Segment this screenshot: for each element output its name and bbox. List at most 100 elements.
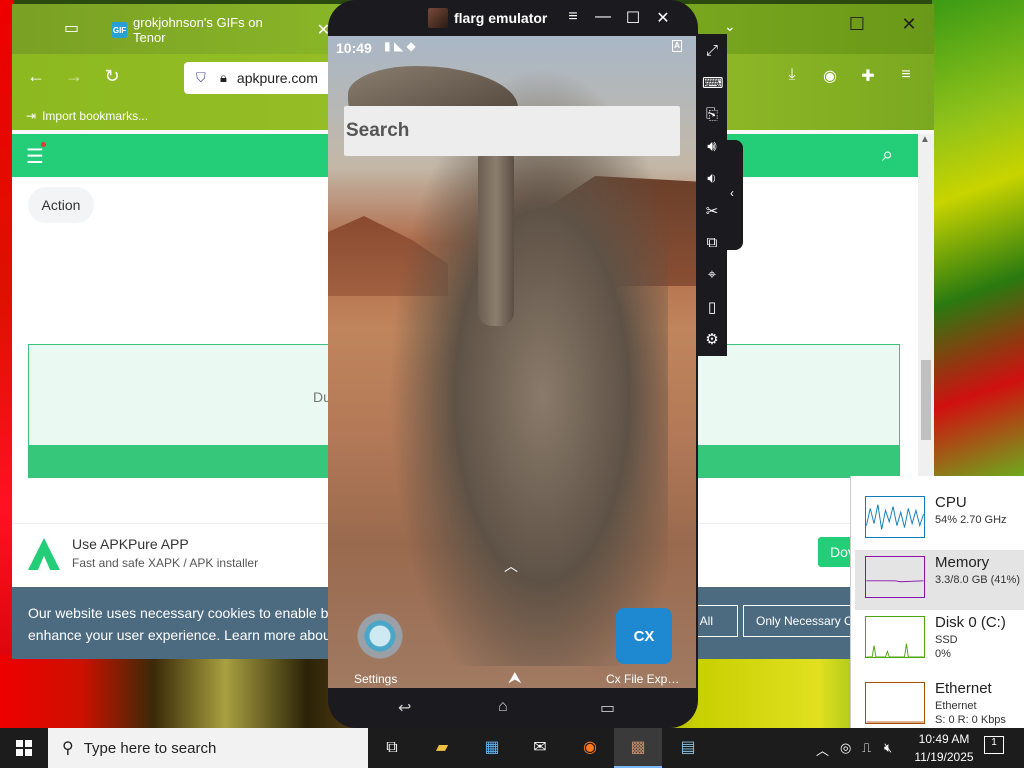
scroll-thumb[interactable] bbox=[921, 360, 931, 440]
back-icon[interactable]: ← bbox=[24, 66, 48, 87]
tray-chevron-icon[interactable]: ︿ bbox=[816, 740, 829, 759]
start-button[interactable] bbox=[0, 728, 48, 768]
notification-center-icon[interactable]: 1 bbox=[984, 736, 1004, 754]
tm-memory[interactable]: Memory 3.3/8.0 GB (41%) bbox=[855, 550, 1024, 610]
tray-app-icon[interactable]: ◎ bbox=[840, 740, 851, 756]
hamburger-menu-icon[interactable]: ☰ bbox=[26, 144, 44, 169]
wallpaper-creature-neck bbox=[478, 146, 514, 326]
reload-icon[interactable]: ↻ bbox=[100, 66, 124, 87]
fullscreen-icon[interactable]: ⤢ bbox=[702, 42, 722, 64]
category-chip[interactable]: Action bbox=[28, 187, 94, 223]
task-manager-panel: CPU 54% 2.70 GHz Memory 3.3/8.0 GB (41%)… bbox=[850, 476, 1024, 728]
android-clock: 10:49 bbox=[336, 40, 372, 56]
apkpure-logo-icon bbox=[28, 538, 60, 570]
taskbar-search[interactable]: ⚲ Type here to search bbox=[48, 728, 368, 768]
memory-label: Memory bbox=[935, 554, 990, 571]
firefox-icon[interactable]: ◉ bbox=[574, 734, 606, 762]
store-icon[interactable]: ▦ bbox=[476, 734, 508, 762]
emulator-minimize-icon[interactable]: — bbox=[592, 8, 614, 26]
emulator-taskbar-icon: ▩ bbox=[630, 739, 646, 756]
memory-detail: 3.3/8.0 GB (41%) bbox=[935, 574, 1020, 586]
settings-app-icon[interactable] bbox=[352, 608, 408, 664]
nav-home-icon[interactable]: ⌂ bbox=[498, 698, 508, 716]
settings-gear-icon[interactable]: ⚙ bbox=[702, 330, 722, 352]
screenshot-icon[interactable]: ✂ bbox=[702, 202, 722, 224]
import-bookmarks-link[interactable]: Import bookmarks... bbox=[42, 109, 148, 123]
status-icons: ▮ ◣ ◆ bbox=[384, 39, 416, 53]
volume-down-icon[interactable]: 🔉︎ bbox=[702, 170, 722, 192]
taskbar-search-placeholder: Type here to search bbox=[83, 739, 217, 757]
downloads-icon[interactable]: ⤓ bbox=[780, 66, 804, 84]
cpu-detail: 54% 2.70 GHz bbox=[935, 514, 1007, 526]
tab-title: grokjohnson's GIFs on Tenor bbox=[133, 15, 263, 45]
multi-instance-icon[interactable]: ⧉ bbox=[702, 234, 722, 256]
android-search-bar[interactable]: Search bbox=[344, 106, 680, 156]
task-view-icon[interactable]: ⧉ bbox=[376, 734, 408, 762]
cx-file-explorer-label: Cx File Exp… bbox=[606, 672, 680, 686]
url-bar[interactable]: ⛉ 🔒︎ apkpure.com bbox=[184, 62, 344, 94]
android-nav-bar: ↩ ⌂ ▭ bbox=[328, 688, 696, 728]
tenor-favicon-icon: GIF bbox=[112, 22, 128, 38]
ethernet-throughput: S: 0 R: 0 Kbps bbox=[935, 714, 1006, 726]
keyboard-icon[interactable]: ⌨ bbox=[702, 74, 724, 96]
android-screen[interactable]: 10:49 ▮ ◣ ◆ A Search ︿ Settings CX Cx Fi… bbox=[328, 36, 696, 688]
wallpaper-right bbox=[932, 0, 1024, 480]
emulator-title: flarg emulator bbox=[454, 10, 548, 26]
shield-icon[interactable]: ⛉ bbox=[196, 70, 212, 86]
tm-cpu[interactable]: CPU 54% 2.70 GHz bbox=[855, 490, 1024, 550]
android-status-bar: 10:49 ▮ ◣ ◆ A bbox=[328, 36, 696, 60]
import-icon: ⇥ bbox=[26, 109, 37, 123]
lock-icon[interactable]: 🔒︎ bbox=[220, 70, 227, 86]
network-icon[interactable]: ⎍ bbox=[862, 740, 871, 756]
extensions-icon[interactable]: ✚ bbox=[856, 66, 880, 86]
mouse-cursor-icon: ⮝ bbox=[508, 670, 522, 687]
clock-time: 10:49 AM bbox=[918, 732, 970, 746]
chevron-left-icon: ‹ bbox=[730, 186, 734, 200]
forward-icon[interactable]: → bbox=[62, 66, 86, 87]
emulator-window: flarg emulator ≡ — ☐ ✕ 10:49 ▮ ◣ ◆ A Sea… bbox=[328, 0, 698, 728]
ethernet-adapter: Ethernet bbox=[935, 700, 977, 712]
disk-usage: 0% bbox=[935, 648, 951, 660]
browser-tab[interactable]: GIF grokjohnson's GIFs on Tenor ✕ bbox=[100, 10, 330, 50]
tab-overview-icon[interactable]: ▭ bbox=[64, 18, 86, 40]
shake-icon[interactable]: ▯ bbox=[702, 298, 722, 320]
nav-back-icon[interactable]: ↩ bbox=[398, 698, 411, 718]
apk-install-icon[interactable]: ⎘ bbox=[702, 106, 722, 128]
emulator-titlebar: flarg emulator ≡ — ☐ ✕ bbox=[328, 0, 698, 36]
ethernet-label: Ethernet bbox=[935, 680, 992, 697]
disk-type: SSD bbox=[935, 634, 958, 646]
maximize-icon[interactable]: ☐ bbox=[842, 14, 872, 35]
account-icon[interactable]: ◉ bbox=[818, 66, 842, 86]
app-banner-title: Use APKPure APP bbox=[72, 536, 189, 552]
emulator-close-icon[interactable]: ✕ bbox=[652, 8, 674, 28]
search-icon: ⚲ bbox=[62, 740, 74, 757]
volume-muted-icon[interactable]: 🔇︎ bbox=[884, 740, 892, 756]
app-drawer-arrow-icon[interactable]: ︿ bbox=[504, 556, 518, 576]
tm-ethernet[interactable]: Ethernet Ethernet S: 0 R: 0 Kbps bbox=[855, 676, 1024, 728]
cpu-label: CPU bbox=[935, 494, 967, 511]
tab-list-chevron-icon[interactable]: ⌄ bbox=[724, 18, 736, 35]
close-window-icon[interactable]: ✕ bbox=[894, 14, 924, 35]
nav-recents-icon[interactable]: ▭ bbox=[600, 698, 615, 718]
ethernet-graph-icon bbox=[865, 682, 925, 724]
menu-icon[interactable]: ≡ bbox=[894, 66, 918, 84]
volume-up-icon[interactable]: 🔊︎ bbox=[702, 138, 722, 160]
disk-label: Disk 0 (C:) bbox=[935, 614, 1006, 631]
site-search-icon[interactable]: ⌕ bbox=[882, 144, 893, 167]
task-manager-icon[interactable]: ▤ bbox=[672, 734, 704, 762]
taskbar: ⚲ Type here to search ⧉ ▰ ▦ ✉ ◉ ▩ ▤ ︿ ◎ … bbox=[0, 728, 1024, 768]
taskbar-clock[interactable]: 10:49 AM 11/19/2025 bbox=[906, 730, 982, 766]
file-explorer-icon[interactable]: ▰ bbox=[426, 734, 458, 762]
emulator-maximize-icon[interactable]: ☐ bbox=[622, 8, 644, 28]
toolbar-collapse-tab[interactable]: ‹ bbox=[727, 140, 743, 250]
emulator-menu-icon[interactable]: ≡ bbox=[562, 8, 584, 26]
cx-file-explorer-icon[interactable]: CX bbox=[616, 608, 672, 664]
app-banner-subtitle: Fast and safe XAPK / APK installer bbox=[72, 556, 259, 570]
location-icon[interactable]: ⌖ bbox=[702, 266, 722, 288]
mail-icon[interactable]: ✉ bbox=[524, 734, 556, 762]
tm-disk[interactable]: Disk 0 (C:) SSD 0% bbox=[855, 610, 1024, 670]
scroll-up-icon[interactable]: ▲ bbox=[920, 134, 930, 145]
memory-graph-icon bbox=[865, 556, 925, 598]
cookie-text-1: Our website uses necessary cookies to en… bbox=[28, 605, 329, 621]
clock-date: 11/19/2025 bbox=[914, 750, 974, 764]
